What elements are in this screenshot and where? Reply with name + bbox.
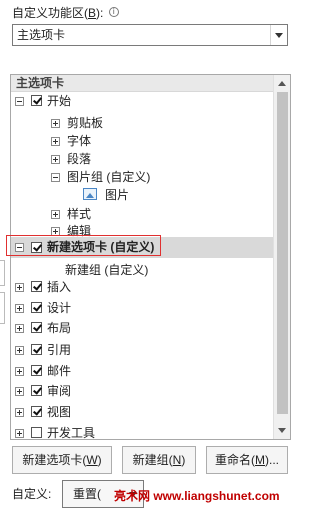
checkbox-icon[interactable] bbox=[31, 322, 42, 333]
expand-icon[interactable] bbox=[15, 429, 24, 438]
checkbox-icon[interactable] bbox=[31, 365, 42, 376]
expand-icon[interactable] bbox=[15, 408, 24, 417]
vertical-scrollbar[interactable] bbox=[273, 75, 290, 439]
tree-item-layout[interactable]: 布局 bbox=[11, 319, 275, 337]
tree-item-font[interactable]: 字体 bbox=[11, 132, 275, 150]
new-group-button[interactable]: 新建组(N) bbox=[122, 446, 196, 474]
checkbox-icon[interactable] bbox=[31, 302, 42, 313]
checkbox-icon[interactable] bbox=[31, 427, 42, 438]
highlight-box bbox=[6, 235, 161, 256]
checkbox-icon[interactable] bbox=[31, 95, 42, 106]
tree-item-picture[interactable]: 图片 bbox=[11, 186, 275, 204]
tree-item-style[interactable]: 样式 bbox=[11, 205, 275, 223]
ribbon-tree[interactable]: 主选项卡 开始 剪贴板 字体 段落 图片组 (自定义) 图片 样式 编辑 新建选… bbox=[10, 74, 291, 440]
checkbox-icon[interactable] bbox=[31, 281, 42, 292]
tree-item-clipboard[interactable]: 剪贴板 bbox=[11, 114, 275, 132]
picture-icon bbox=[83, 188, 97, 200]
checkbox-icon[interactable] bbox=[31, 406, 42, 417]
expand-icon[interactable] bbox=[51, 119, 60, 128]
checkbox-icon[interactable] bbox=[31, 344, 42, 355]
scroll-down-icon[interactable] bbox=[274, 422, 290, 439]
tabs-combobox[interactable]: 主选项卡 bbox=[12, 24, 288, 46]
tree-item-picture-group[interactable]: 图片组 (自定义) bbox=[11, 168, 275, 186]
expand-icon[interactable] bbox=[15, 387, 24, 396]
rename-button[interactable]: 重命名(M)... bbox=[206, 446, 288, 474]
tree-item-developer[interactable]: 开发工具 bbox=[11, 424, 275, 439]
expand-icon[interactable] bbox=[15, 367, 24, 376]
tree-header: 主选项卡 bbox=[11, 75, 275, 92]
expand-icon[interactable] bbox=[15, 304, 24, 313]
expand-icon[interactable] bbox=[15, 346, 24, 355]
info-icon[interactable]: i bbox=[108, 7, 119, 17]
expand-icon[interactable] bbox=[51, 155, 60, 164]
combobox-value: 主选项卡 bbox=[17, 28, 66, 42]
left-panel-edge bbox=[0, 292, 5, 324]
scrollbar-thumb[interactable] bbox=[277, 92, 288, 414]
customizations-label: 自定义: bbox=[12, 487, 52, 501]
scroll-up-icon[interactable] bbox=[274, 75, 290, 92]
tree-item-reference[interactable]: 引用 bbox=[11, 341, 275, 359]
chevron-down-icon[interactable] bbox=[270, 25, 287, 45]
customize-ribbon-label: 自定义功能区(B): i bbox=[12, 5, 119, 21]
tree-item-view[interactable]: 视图 bbox=[11, 403, 275, 421]
tree-item-review[interactable]: 审阅 bbox=[11, 382, 275, 400]
tree-item-insert[interactable]: 插入 bbox=[11, 278, 275, 296]
expand-icon[interactable] bbox=[15, 324, 24, 333]
left-panel-edge bbox=[0, 260, 5, 286]
tree-item-mail[interactable]: 邮件 bbox=[11, 362, 275, 380]
collapse-icon[interactable] bbox=[51, 173, 60, 182]
expand-icon[interactable] bbox=[51, 210, 60, 219]
expand-icon[interactable] bbox=[51, 137, 60, 146]
checkbox-icon[interactable] bbox=[31, 385, 42, 396]
expand-icon[interactable] bbox=[15, 283, 24, 292]
collapse-icon[interactable] bbox=[15, 97, 24, 106]
tree-item-start[interactable]: 开始 bbox=[11, 92, 275, 110]
tree-item-paragraph[interactable]: 段落 bbox=[11, 150, 275, 168]
tree-item-design[interactable]: 设计 bbox=[11, 299, 275, 317]
watermark: 亮术网 www.liangshunet.com bbox=[114, 489, 280, 503]
new-tab-button[interactable]: 新建选项卡(W) bbox=[12, 446, 112, 474]
tree-item-new-group[interactable]: 新建组 (自定义) bbox=[11, 261, 275, 279]
